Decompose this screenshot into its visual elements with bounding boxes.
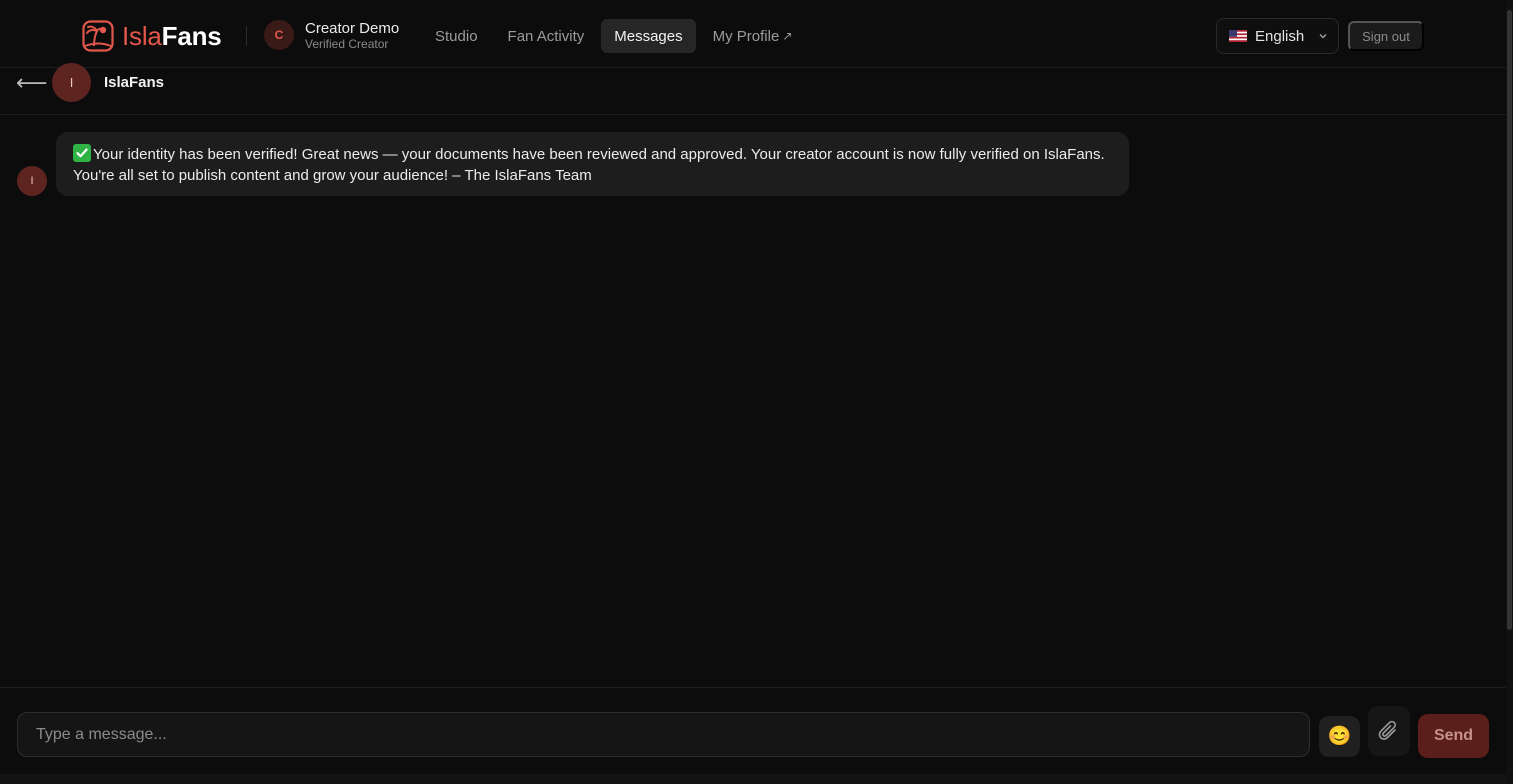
nav-fan-activity[interactable]: Fan Activity (495, 19, 598, 53)
nav-messages[interactable]: Messages (601, 19, 696, 53)
nav-my-profile[interactable]: My Profile ↗ (700, 19, 806, 53)
message-sender-avatar: I (17, 166, 47, 196)
creator-name: Creator Demo (305, 19, 400, 37)
bottom-strip (0, 774, 1506, 784)
language-label: English (1255, 27, 1305, 45)
message-input[interactable] (17, 712, 1310, 757)
message-composer: 😊 Send (0, 687, 1506, 774)
emoji-button[interactable]: 😊 (1319, 716, 1360, 757)
message-bubble: Your identity has been verified! Great n… (56, 132, 1129, 196)
attach-button[interactable] (1368, 706, 1410, 756)
conversation-avatar[interactable]: I (52, 63, 91, 102)
main-nav: Studio Fan Activity Messages My Profile ↗ (422, 19, 809, 53)
brand-wordmark: IslaFans (122, 20, 222, 51)
sign-out-button[interactable]: Sign out (1348, 21, 1424, 51)
message-text: Your identity has been verified! Great n… (73, 146, 1105, 184)
page-scrollbar[interactable] (1506, 0, 1513, 784)
chevron-down-icon (1319, 34, 1327, 39)
creator-identity: C Creator Demo Verified Creator (264, 20, 399, 50)
nav-studio[interactable]: Studio (422, 19, 491, 53)
top-navbar: IslaFans C Creator Demo Verified Creator… (0, 0, 1506, 68)
us-flag-icon (1229, 30, 1247, 42)
conversation-header: ⟵ I IslaFans (0, 63, 1506, 115)
send-button[interactable]: Send (1418, 714, 1489, 758)
smiley-icon: 😊 (1327, 726, 1352, 747)
creator-status: Verified Creator (305, 36, 389, 51)
back-arrow-icon[interactable]: ⟵ (16, 70, 48, 96)
paperclip-icon (1378, 720, 1396, 740)
palm-island-icon (82, 20, 114, 52)
nav-divider (246, 26, 247, 46)
creator-avatar: C (264, 20, 294, 50)
language-selector[interactable]: English (1216, 18, 1339, 54)
scrollbar-thumb[interactable] (1507, 10, 1512, 630)
external-link-icon: ↗ (782, 29, 793, 43)
brand-logo[interactable]: IslaFans (82, 19, 222, 53)
check-mark-icon (73, 144, 91, 162)
conversation-title[interactable]: IslaFans (104, 74, 164, 91)
